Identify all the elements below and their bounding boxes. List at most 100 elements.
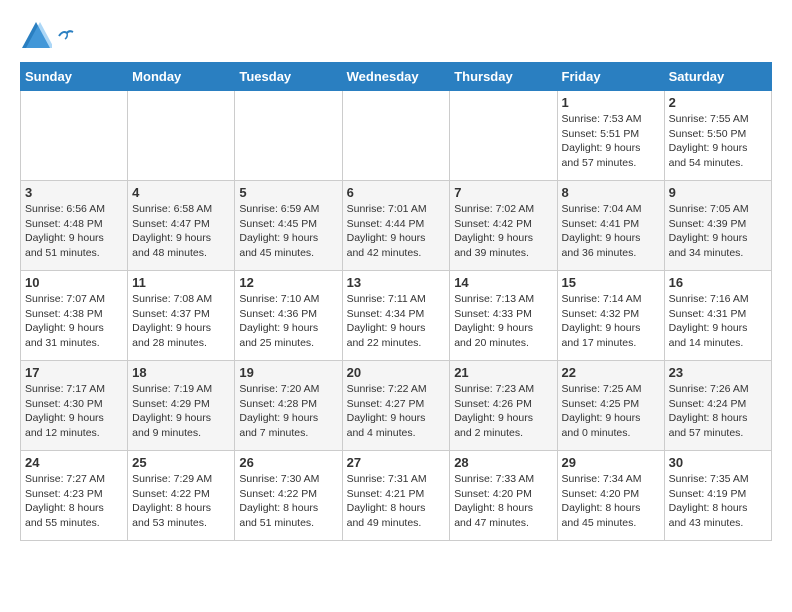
day-number: 11 <box>132 275 230 290</box>
day-number: 19 <box>239 365 337 380</box>
day-number: 6 <box>347 185 446 200</box>
day-info: Sunrise: 7:07 AMSunset: 4:38 PMDaylight:… <box>25 292 123 351</box>
calendar-cell: 16 Sunrise: 7:16 AMSunset: 4:31 PMDayligh… <box>664 271 771 361</box>
calendar-cell <box>235 91 342 181</box>
day-number: 10 <box>25 275 123 290</box>
calendar-cell: 2 Sunrise: 7:55 AMSunset: 5:50 PMDaylight… <box>664 91 771 181</box>
calendar-cell: 22Sunrise: 7:25 AMSunset: 4:25 PMDayligh… <box>557 361 664 451</box>
calendar-cell: 14 Sunrise: 7:13 AMSunset: 4:33 PMDayligh… <box>450 271 557 361</box>
day-info: Sunrise: 6:56 AMSunset: 4:48 PMDaylight:… <box>25 202 123 261</box>
calendar-cell: 5 Sunrise: 6:59 AMSunset: 4:45 PMDaylight… <box>235 181 342 271</box>
calendar-cell: 3 Sunrise: 6:56 AMSunset: 4:48 PMDaylight… <box>21 181 128 271</box>
day-number: 18 <box>132 365 230 380</box>
day-number: 21 <box>454 365 552 380</box>
calendar-cell: 29 Sunrise: 7:34 AMSunset: 4:20 PMDayligh… <box>557 451 664 541</box>
day-info: Sunrise: 6:58 AMSunset: 4:47 PMDaylight:… <box>132 202 230 261</box>
day-number: 3 <box>25 185 123 200</box>
calendar-cell: 9Sunrise: 7:05 AMSunset: 4:39 PMDaylight… <box>664 181 771 271</box>
calendar-cell: 11 Sunrise: 7:08 AMSunset: 4:37 PMDayligh… <box>128 271 235 361</box>
day-info: Sunrise: 7:14 AMSunset: 4:32 PMDaylight:… <box>562 292 660 351</box>
day-info: Sunrise: 7:35 AMSunset: 4:19 PMDaylight:… <box>669 472 767 531</box>
logo <box>20 20 75 52</box>
day-number: 2 <box>669 95 767 110</box>
logo-icon <box>20 20 52 52</box>
day-number: 25 <box>132 455 230 470</box>
day-of-week-header: Monday <box>128 63 235 91</box>
calendar-cell: 27 Sunrise: 7:31 AMSunset: 4:21 PMDayligh… <box>342 451 450 541</box>
calendar-cell: 1Sunrise: 7:53 AMSunset: 5:51 PMDaylight… <box>557 91 664 181</box>
day-info: Sunrise: 7:26 AMSunset: 4:24 PMDaylight:… <box>669 382 767 441</box>
calendar-cell: 25 Sunrise: 7:29 AMSunset: 4:22 PMDayligh… <box>128 451 235 541</box>
day-number: 30 <box>669 455 767 470</box>
day-info: Sunrise: 7:30 AMSunset: 4:22 PMDaylight:… <box>239 472 337 531</box>
calendar-cell <box>21 91 128 181</box>
page-header <box>20 20 772 52</box>
calendar-cell <box>128 91 235 181</box>
calendar-cell: 4 Sunrise: 6:58 AMSunset: 4:47 PMDaylight… <box>128 181 235 271</box>
day-number: 4 <box>132 185 230 200</box>
day-number: 26 <box>239 455 337 470</box>
day-info: Sunrise: 7:33 AMSunset: 4:20 PMDaylight:… <box>454 472 552 531</box>
day-number: 12 <box>239 275 337 290</box>
day-number: 15 <box>562 275 660 290</box>
day-info: Sunrise: 7:08 AMSunset: 4:37 PMDaylight:… <box>132 292 230 351</box>
day-of-week-header: Tuesday <box>235 63 342 91</box>
day-info: Sunrise: 7:22 AMSunset: 4:27 PMDaylight:… <box>347 382 446 441</box>
day-info: Sunrise: 6:59 AMSunset: 4:45 PMDaylight:… <box>239 202 337 261</box>
day-number: 24 <box>25 455 123 470</box>
calendar-cell: 7Sunrise: 7:02 AMSunset: 4:42 PMDaylight… <box>450 181 557 271</box>
calendar-cell: 10 Sunrise: 7:07 AMSunset: 4:38 PMDayligh… <box>21 271 128 361</box>
calendar-cell: 21Sunrise: 7:23 AMSunset: 4:26 PMDayligh… <box>450 361 557 451</box>
day-of-week-header: Saturday <box>664 63 771 91</box>
day-info: Sunrise: 7:34 AMSunset: 4:20 PMDaylight:… <box>562 472 660 531</box>
calendar-cell: 20 Sunrise: 7:22 AMSunset: 4:27 PMDayligh… <box>342 361 450 451</box>
logo-bird-icon <box>57 29 75 43</box>
day-of-week-header: Thursday <box>450 63 557 91</box>
day-info: Sunrise: 7:53 AMSunset: 5:51 PMDaylight:… <box>562 112 660 171</box>
calendar-cell <box>450 91 557 181</box>
day-number: 28 <box>454 455 552 470</box>
day-info: Sunrise: 7:17 AMSunset: 4:30 PMDaylight:… <box>25 382 123 441</box>
day-info: Sunrise: 7:10 AMSunset: 4:36 PMDaylight:… <box>239 292 337 351</box>
day-info: Sunrise: 7:05 AMSunset: 4:39 PMDaylight:… <box>669 202 767 261</box>
day-number: 14 <box>454 275 552 290</box>
day-of-week-header: Wednesday <box>342 63 450 91</box>
calendar-cell: 23 Sunrise: 7:26 AMSunset: 4:24 PMDayligh… <box>664 361 771 451</box>
calendar-cell: 15 Sunrise: 7:14 AMSunset: 4:32 PMDayligh… <box>557 271 664 361</box>
day-of-week-header: Friday <box>557 63 664 91</box>
day-of-week-header: Sunday <box>21 63 128 91</box>
calendar-cell <box>342 91 450 181</box>
calendar-cell: 8 Sunrise: 7:04 AMSunset: 4:41 PMDaylight… <box>557 181 664 271</box>
calendar-cell: 30 Sunrise: 7:35 AMSunset: 4:19 PMDayligh… <box>664 451 771 541</box>
day-number: 16 <box>669 275 767 290</box>
day-info: Sunrise: 7:25 AMSunset: 4:25 PMDaylight:… <box>562 382 660 441</box>
day-info: Sunrise: 7:11 AMSunset: 4:34 PMDaylight:… <box>347 292 446 351</box>
calendar-cell: 17 Sunrise: 7:17 AMSunset: 4:30 PMDayligh… <box>21 361 128 451</box>
calendar-cell: 18 Sunrise: 7:19 AMSunset: 4:29 PMDayligh… <box>128 361 235 451</box>
day-info: Sunrise: 7:01 AMSunset: 4:44 PMDaylight:… <box>347 202 446 261</box>
calendar-cell: 6 Sunrise: 7:01 AMSunset: 4:44 PMDaylight… <box>342 181 450 271</box>
day-number: 29 <box>562 455 660 470</box>
day-number: 8 <box>562 185 660 200</box>
day-info: Sunrise: 7:16 AMSunset: 4:31 PMDaylight:… <box>669 292 767 351</box>
calendar-cell: 24 Sunrise: 7:27 AMSunset: 4:23 PMDayligh… <box>21 451 128 541</box>
day-number: 17 <box>25 365 123 380</box>
day-info: Sunrise: 7:20 AMSunset: 4:28 PMDaylight:… <box>239 382 337 441</box>
day-info: Sunrise: 7:29 AMSunset: 4:22 PMDaylight:… <box>132 472 230 531</box>
day-number: 23 <box>669 365 767 380</box>
day-info: Sunrise: 7:13 AMSunset: 4:33 PMDaylight:… <box>454 292 552 351</box>
day-info: Sunrise: 7:02 AMSunset: 4:42 PMDaylight:… <box>454 202 552 261</box>
calendar-cell: 19 Sunrise: 7:20 AMSunset: 4:28 PMDayligh… <box>235 361 342 451</box>
day-info: Sunrise: 7:55 AMSunset: 5:50 PMDaylight:… <box>669 112 767 171</box>
day-number: 13 <box>347 275 446 290</box>
day-info: Sunrise: 7:04 AMSunset: 4:41 PMDaylight:… <box>562 202 660 261</box>
day-number: 5 <box>239 185 337 200</box>
day-number: 20 <box>347 365 446 380</box>
day-number: 27 <box>347 455 446 470</box>
calendar-cell: 26 Sunrise: 7:30 AMSunset: 4:22 PMDayligh… <box>235 451 342 541</box>
calendar-table: SundayMondayTuesdayWednesdayThursdayFrid… <box>20 62 772 541</box>
day-info: Sunrise: 7:19 AMSunset: 4:29 PMDaylight:… <box>132 382 230 441</box>
day-info: Sunrise: 7:31 AMSunset: 4:21 PMDaylight:… <box>347 472 446 531</box>
calendar-cell: 12 Sunrise: 7:10 AMSunset: 4:36 PMDayligh… <box>235 271 342 361</box>
day-info: Sunrise: 7:27 AMSunset: 4:23 PMDaylight:… <box>25 472 123 531</box>
